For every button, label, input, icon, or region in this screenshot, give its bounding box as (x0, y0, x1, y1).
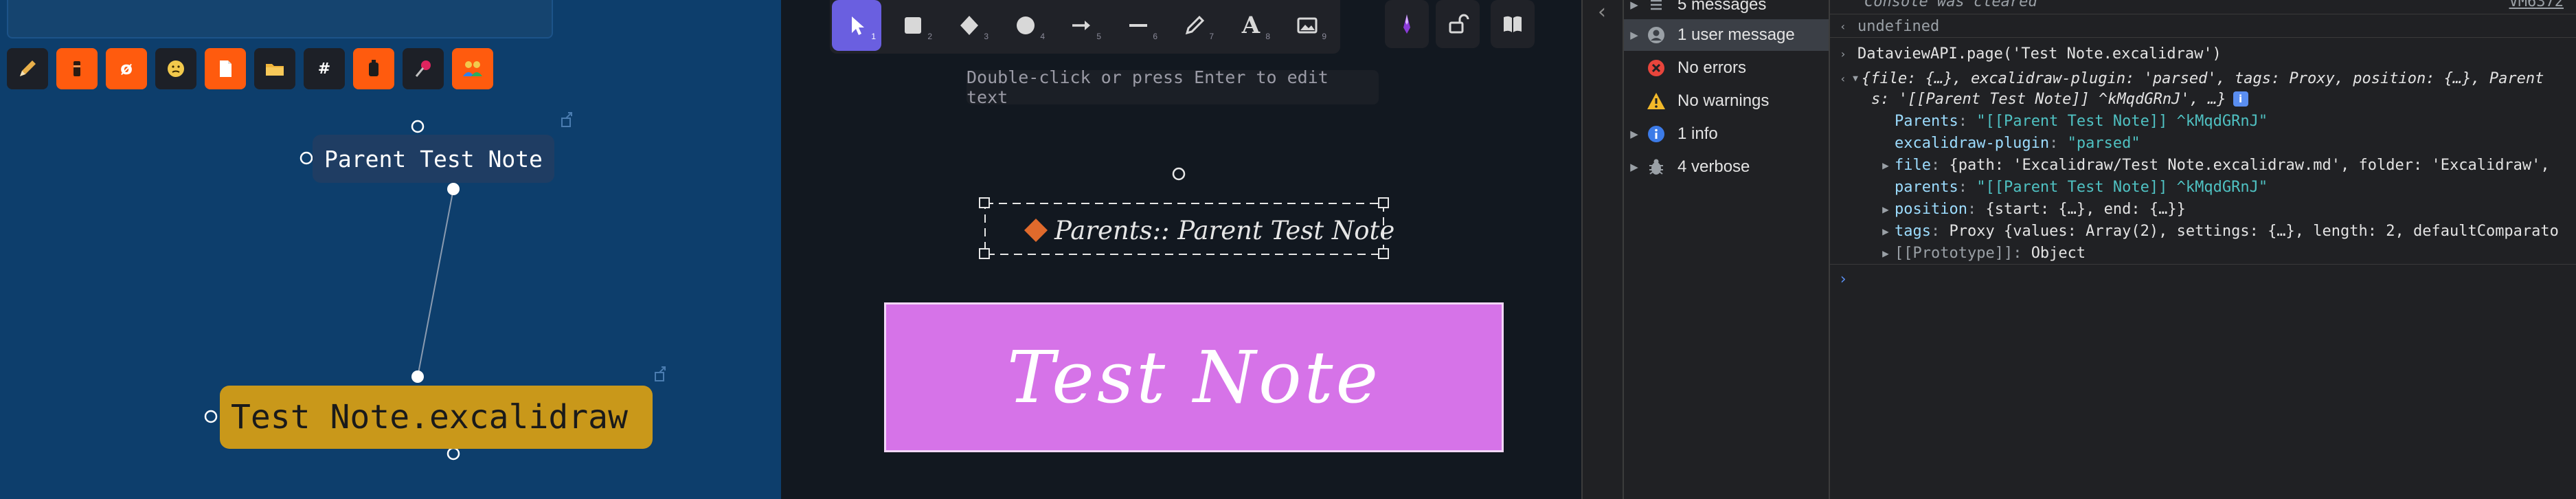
line-icon (1129, 24, 1147, 27)
console-prop-row: excalidraw-plugin: "parsed" (1895, 134, 2140, 152)
ellipse-icon (1017, 16, 1035, 34)
expand-arrow-icon[interactable]: ▶ (1624, 128, 1645, 140)
test-note-node[interactable]: Test Note.excalidraw (220, 386, 653, 449)
input-arrow-icon: › (1840, 47, 1846, 60)
console-undefined-line: ‹ undefined (1830, 15, 2576, 38)
lock-button[interactable] (1436, 0, 1480, 48)
expand-triangle-icon[interactable]: ▶ (1879, 159, 1892, 172)
library-button[interactable] (1491, 0, 1535, 48)
expand-triangle-icon[interactable]: ▶ (1879, 247, 1892, 260)
diamond-icon (960, 16, 978, 35)
sidebar-item-info[interactable]: ▶ 1 info (1624, 118, 1829, 150)
sidebar-item-messages[interactable]: ▶ 5 messages (1624, 0, 1829, 21)
user-icon (1645, 25, 1668, 45)
warning-icon (1645, 91, 1668, 111)
source-link[interactable]: VM6372 (2509, 0, 2576, 10)
node-label: Parent Test Note (324, 145, 543, 173)
pencil-icon (1185, 15, 1205, 35)
open-link-icon[interactable] (561, 112, 572, 127)
console-prop-row: parents: "[[Parent Test Note]] ^kMqdGRnJ… (1895, 178, 2268, 196)
expand-arrow-icon[interactable]: ▶ (1624, 0, 1645, 11)
test-note-card[interactable]: Test Note (884, 302, 1504, 452)
node-handle-left[interactable] (300, 151, 313, 165)
console-prompt[interactable]: › (1830, 268, 2576, 290)
expand-arrow-icon[interactable]: ▶ (1624, 29, 1645, 41)
chevron-left-icon[interactable]: ‹ (1598, 0, 1606, 24)
error-icon (1645, 58, 1668, 78)
graph-edge (417, 188, 454, 377)
laser-pointer-button[interactable] (1385, 0, 1429, 48)
ellipse-tool[interactable]: 4 (1001, 0, 1050, 51)
bug-icon (1645, 157, 1668, 177)
book-icon (1504, 16, 1522, 32)
return-arrow-icon: ‹ (1840, 19, 1846, 33)
excalidraw-toolbar: 1 2 3 4 5 6 7 A 8 9 (830, 0, 1340, 54)
node-handle-top[interactable] (411, 370, 424, 383)
console-output[interactable]: Console was cleared VM6372 ‹ undefined ›… (1829, 0, 2576, 499)
console-prop-row[interactable]: ▶ tags: Proxy {values: Array(2), setting… (1830, 220, 2576, 242)
arrow-icon (1072, 21, 1090, 30)
rectangle-tool[interactable]: 2 (888, 0, 938, 51)
image-icon (1297, 17, 1318, 34)
diamond-bullet-icon (1024, 219, 1048, 242)
line-tool[interactable]: 6 (1114, 0, 1163, 51)
console-prop-row[interactable]: ▶ file: {path: 'Excalidraw/Test Note.exc… (1830, 154, 2576, 176)
list-icon (1645, 0, 1668, 15)
image-tool[interactable]: 9 (1283, 0, 1332, 51)
diamond-tool[interactable]: 3 (945, 0, 994, 51)
expand-arrow-icon[interactable]: ▶ (1624, 161, 1645, 173)
select-tool[interactable]: 1 (832, 0, 881, 51)
console-command-line: › DataviewAPI.page('Test Note.excalidraw… (1830, 43, 2576, 65)
unlock-icon (1449, 14, 1469, 34)
console-prop-row: Parents: "[[Parent Test Note]] ^kMqdGRnJ… (1895, 112, 2268, 130)
console-prop-row[interactable]: ▶ position: {start: {…}, end: {…}} (1830, 198, 2576, 220)
console-object-summary[interactable]: ‹ ▼ {file: {…}, excalidraw-plugin: 'pars… (1830, 67, 2576, 89)
sidebar-item-verbose[interactable]: ▶ 4 verbose (1624, 151, 1829, 183)
draw-tool[interactable]: 7 (1170, 0, 1219, 51)
laser-icon (1403, 14, 1410, 34)
expand-triangle-icon[interactable]: ▶ (1879, 225, 1892, 238)
arrow-tool[interactable]: 5 (1057, 0, 1107, 51)
console-prop-row[interactable]: ▶ [[Prototype]]: Object (1830, 242, 2576, 265)
node-handle-bottom[interactable] (447, 183, 460, 195)
prompt-arrow-icon: › (1838, 270, 1848, 288)
devtools-collapse-strip[interactable]: ‹ (1581, 0, 1623, 499)
console-object-summary-cont: s: '[[Parent Test Note]] ^kMqdGRnJ', …} … (1830, 88, 2576, 110)
console-cleared-line: Console was cleared VM6372 (1830, 0, 2576, 14)
console-sidebar: ▶ 5 messages ▶ 1 user message No errors … (1623, 0, 1829, 499)
node-label: Test Note.excalidraw (231, 398, 628, 436)
parents-text-element[interactable]: Parents:: Parent Test Note (1023, 210, 1394, 251)
expand-triangle-icon[interactable]: ▶ (1879, 203, 1892, 216)
info-icon (1645, 124, 1668, 144)
node-handle-left[interactable] (204, 410, 218, 423)
node-handle-top[interactable] (411, 120, 425, 133)
text-icon: A (1241, 12, 1261, 39)
sidebar-item-errors[interactable]: No errors (1624, 52, 1829, 84)
rectangle-icon (905, 17, 921, 34)
parent-test-note-node[interactable]: Parent Test Note (313, 135, 554, 183)
info-badge: i (2233, 91, 2248, 107)
open-link-icon[interactable] (655, 366, 666, 381)
graph-view-panel: ø # Parent Test Note Test Note.excalidra… (0, 0, 781, 499)
expanded-triangle-icon[interactable]: ▼ (1849, 74, 1862, 84)
return-arrow-icon: ‹ (1840, 71, 1846, 85)
sidebar-item-warnings[interactable]: No warnings (1624, 85, 1829, 117)
text-tool[interactable]: A 8 (1226, 0, 1276, 51)
cursor-icon (852, 16, 864, 35)
node-handle-bottom[interactable] (447, 447, 460, 461)
edit-text-hint: Double-click or press Enter to edit text (967, 67, 1379, 107)
sidebar-item-user-messages[interactable]: ▶ 1 user message (1624, 19, 1829, 51)
